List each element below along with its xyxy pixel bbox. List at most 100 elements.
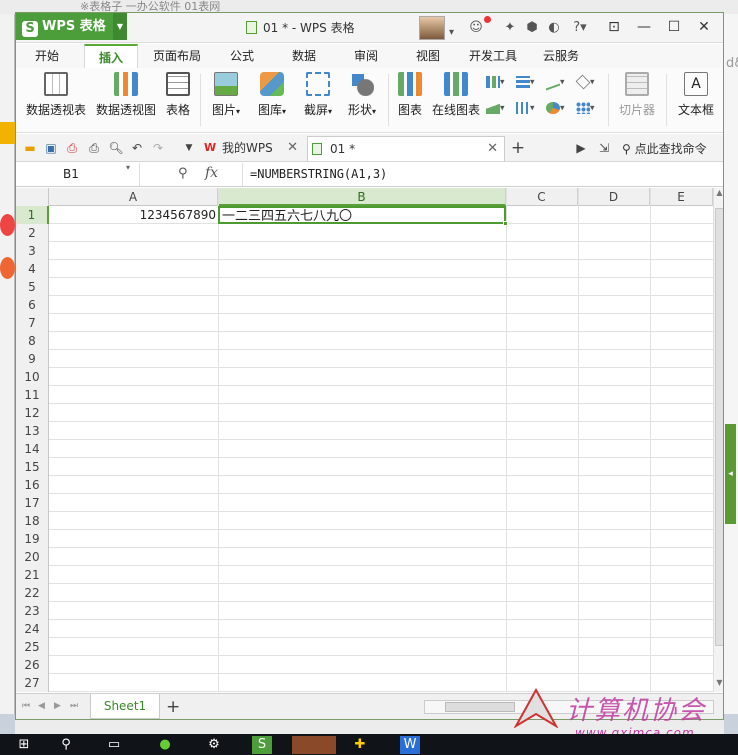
column-chart-mini-icon[interactable]: ▾ <box>486 76 512 92</box>
row-header[interactable]: 1 <box>16 206 49 224</box>
zoom-lookup-icon[interactable]: ⚲ <box>178 166 188 181</box>
textbox-button[interactable]: A 文本框 <box>672 72 720 118</box>
help-icon[interactable]: ?▾ <box>570 18 590 38</box>
table-button[interactable]: 表格 <box>162 72 194 118</box>
screenshot-button[interactable]: 截屏▾ <box>298 72 338 118</box>
column-header-c[interactable]: C <box>506 188 578 206</box>
fill-handle[interactable] <box>503 221 508 226</box>
area-chart-mini-icon[interactable]: ▾ <box>486 102 512 118</box>
insert-function-button[interactable]: fx <box>205 165 218 181</box>
minimize-tab-icon[interactable]: ⇲ <box>596 140 612 156</box>
row-header[interactable]: 13 <box>16 422 49 440</box>
stock-chart-mini-icon[interactable]: ▾ <box>516 102 542 118</box>
row-header[interactable]: 10 <box>16 368 49 386</box>
bar-chart-mini-icon[interactable]: ▾ <box>516 76 542 92</box>
avatar[interactable] <box>419 16 445 40</box>
first-sheet-icon[interactable]: ⏮ <box>22 701 30 711</box>
pivot-chart-button[interactable]: 数据透视图 <box>94 72 158 118</box>
save-icon[interactable]: ▣ <box>43 140 59 156</box>
redo-icon[interactable]: ↷ <box>150 140 166 156</box>
formula-input[interactable]: =NUMBERSTRING(A1,3) <box>242 163 722 186</box>
pie-chart-mini-icon[interactable]: ▾ <box>546 102 572 118</box>
row-header[interactable]: 23 <box>16 602 49 620</box>
shapes-button[interactable]: 形状▾ <box>342 72 382 118</box>
row-header[interactable]: 14 <box>16 440 49 458</box>
gallery-button[interactable]: 图库▾ <box>252 72 292 118</box>
share-icon[interactable]: ✦ <box>500 18 520 38</box>
column-header-b[interactable]: B <box>218 188 506 206</box>
row-header[interactable]: 11 <box>16 386 49 404</box>
settings-icon[interactable]: ⬢ <box>522 18 542 38</box>
row-header[interactable]: 27 <box>16 674 49 692</box>
slicer-button[interactable]: 切片器 <box>614 72 660 118</box>
tab-document-01[interactable]: 01 * ✕ <box>307 136 505 161</box>
next-sheet-icon[interactable]: ▶ <box>54 701 61 711</box>
add-sheet-plus-icon[interactable]: + <box>166 697 180 717</box>
add-app-icon[interactable]: ✚ <box>350 736 370 754</box>
scroll-up-icon[interactable]: ▲ <box>714 188 723 202</box>
name-box[interactable]: B1 <box>16 163 140 186</box>
row-header[interactable]: 12 <box>16 404 49 422</box>
picture-button[interactable]: 图片▾ <box>206 72 246 118</box>
prev-sheet-icon[interactable]: ◀ <box>38 701 45 711</box>
select-all-corner[interactable] <box>16 188 49 206</box>
cell-a1[interactable]: 1234567890 <box>49 206 218 224</box>
print-preview-icon[interactable]: 🔍︎ <box>108 140 124 156</box>
tab-my-wps[interactable]: W 我的WPS ✕ <box>200 136 304 161</box>
tab-home[interactable]: 开始 <box>22 44 72 68</box>
search-icon[interactable]: ⚲ <box>56 736 76 754</box>
side-panel-handle[interactable]: ◂ <box>725 424 736 524</box>
windows-start-icon[interactable]: ⊞ <box>14 736 34 754</box>
row-header[interactable]: 17 <box>16 494 49 512</box>
pivot-table-button[interactable]: 数据透视表 <box>24 72 88 118</box>
sheet-tab-sheet1[interactable]: Sheet1 <box>90 694 160 719</box>
app-menu-button[interactable]: S WPS 表格 ▼ <box>16 13 127 40</box>
row-header[interactable]: 22 <box>16 584 49 602</box>
restore-toolbar-icon[interactable]: ⊡ <box>599 13 629 41</box>
close-icon[interactable]: ✕ <box>287 136 298 160</box>
row-header[interactable]: 19 <box>16 530 49 548</box>
skin-icon[interactable]: ☺ <box>466 18 486 38</box>
row-header[interactable]: 4 <box>16 260 49 278</box>
row-header[interactable]: 3 <box>16 242 49 260</box>
close-icon[interactable]: ✕ <box>487 137 498 161</box>
screen-cast-icon[interactable]: ▶ <box>573 140 589 156</box>
close-button[interactable]: ✕ <box>689 13 719 41</box>
tab-insert[interactable]: 插入 <box>84 44 138 68</box>
row-header[interactable]: 24 <box>16 620 49 638</box>
wps-sheet-taskbar-icon[interactable]: S <box>252 736 272 754</box>
row-header[interactable]: 9 <box>16 350 49 368</box>
tab-developer[interactable]: 开发工具 <box>462 44 524 68</box>
browser-icon[interactable]: ● <box>155 736 175 754</box>
spreadsheet-grid[interactable]: A B C D E 1 2 3 4 5 6 7 8 9 10 11 12 13 14 15 16 17 18 19 2… <box>16 188 713 692</box>
row-header[interactable]: 7 <box>16 314 49 332</box>
scroll-thumb[interactable] <box>445 702 515 712</box>
row-header[interactable]: 20 <box>16 548 49 566</box>
scatter-chart-mini-icon[interactable]: ▾ <box>576 102 602 118</box>
taskbar-app-thumbnail[interactable] <box>292 736 336 754</box>
row-header[interactable]: 2 <box>16 224 49 242</box>
chevron-down-icon[interactable]: ▾ <box>126 163 130 172</box>
radar-chart-mini-icon[interactable]: ▾ <box>575 74 602 92</box>
undo-icon[interactable]: ↶ <box>129 140 145 156</box>
row-header[interactable]: 18 <box>16 512 49 530</box>
tab-review[interactable]: 审阅 <box>344 44 388 68</box>
task-view-icon[interactable]: ▭ <box>104 736 124 754</box>
row-header[interactable]: 25 <box>16 638 49 656</box>
tab-formulas[interactable]: 公式 <box>220 44 264 68</box>
row-header[interactable]: 16 <box>16 476 49 494</box>
new-tab-plus-icon[interactable]: + <box>510 140 526 157</box>
vertical-scrollbar[interactable]: ▲ ▼ <box>713 188 723 692</box>
avatar-dropdown-icon[interactable]: ▾ <box>449 27 454 38</box>
column-header-d[interactable]: D <box>578 188 650 206</box>
cell-b1[interactable]: 一二三四五六七八九〇 <box>218 206 506 224</box>
row-header[interactable]: 15 <box>16 458 49 476</box>
feedback-icon[interactable]: ◐ <box>544 18 564 38</box>
row-header[interactable]: 21 <box>16 566 49 584</box>
row-header[interactable]: 6 <box>16 296 49 314</box>
export-pdf-icon[interactable]: ⎙ <box>64 140 80 156</box>
maximize-button[interactable]: ☐ <box>659 13 689 41</box>
tab-data[interactable]: 数据 <box>282 44 326 68</box>
row-header[interactable]: 26 <box>16 656 49 674</box>
row-header[interactable]: 8 <box>16 332 49 350</box>
